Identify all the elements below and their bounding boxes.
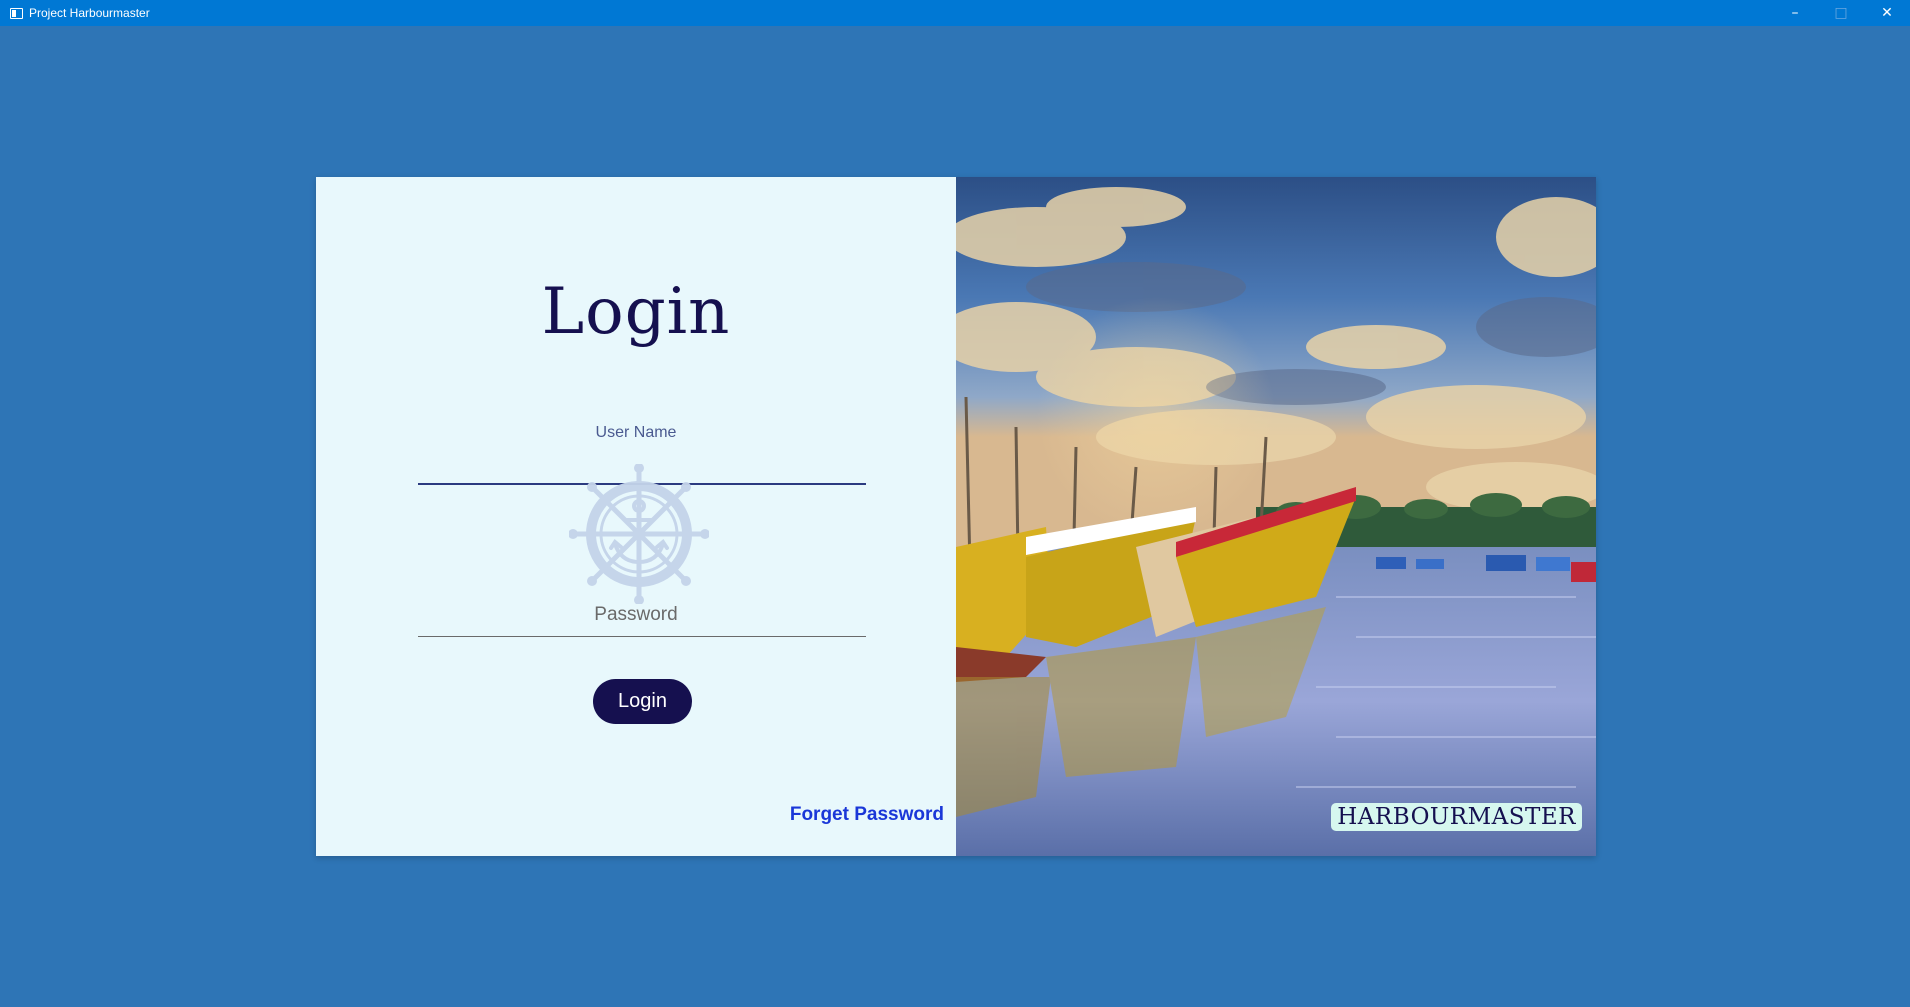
title-bar: Project Harbourmaster – □ ✕ bbox=[0, 0, 1910, 26]
forget-password-link[interactable]: Forget Password bbox=[790, 804, 944, 826]
login-card: Login User Name Password Login Forget Pa… bbox=[316, 177, 1596, 856]
harbour-image: HARBOURMASTER bbox=[956, 177, 1596, 856]
login-button[interactable]: Login bbox=[593, 679, 692, 724]
harbourmaster-badge: HARBOURMASTER bbox=[1331, 803, 1582, 831]
close-button[interactable]: ✕ bbox=[1864, 0, 1910, 26]
password-underline bbox=[418, 636, 866, 637]
window-body: Login User Name Password Login Forget Pa… bbox=[0, 26, 1910, 1007]
window-controls: – □ ✕ bbox=[1772, 0, 1910, 26]
login-panel: Login User Name Password Login Forget Pa… bbox=[316, 177, 956, 856]
app-window-icon bbox=[10, 7, 23, 19]
window-title: Project Harbourmaster bbox=[29, 6, 150, 20]
harbour-boats-illustration bbox=[956, 177, 1596, 856]
password-label: Password bbox=[594, 604, 678, 625]
username-label: User Name bbox=[595, 424, 677, 441]
minimize-button[interactable]: – bbox=[1772, 0, 1818, 26]
maximize-button[interactable]: □ bbox=[1818, 0, 1864, 26]
login-heading: Login bbox=[541, 275, 731, 349]
